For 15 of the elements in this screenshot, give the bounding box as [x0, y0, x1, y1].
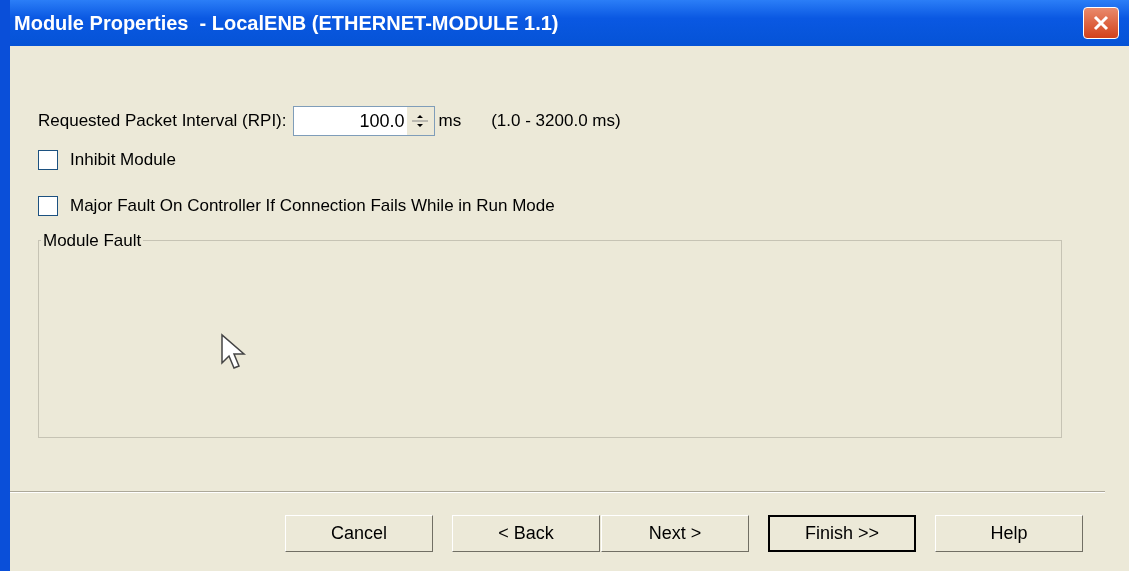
dialog-button[interactable]: < Back — [452, 515, 600, 552]
checkbox-label: Major Fault On Controller If Connection Fails While in Run Mode — [70, 196, 555, 216]
close-button[interactable] — [1083, 7, 1119, 39]
rpi-label: Requested Packet Interval (RPI): — [38, 111, 287, 131]
dialog-button[interactable]: Cancel — [285, 515, 433, 552]
close-icon — [1092, 14, 1110, 32]
dialog-button[interactable]: Help — [935, 515, 1083, 552]
dialog-button[interactable]: Next > — [601, 515, 749, 552]
checkbox[interactable] — [38, 196, 58, 216]
dialog-button[interactable]: Finish >> — [768, 515, 916, 552]
checkbox[interactable] — [38, 150, 58, 170]
window-title: Module Properties - LocalENB (ETHERNET-MODULE 1.1) — [14, 11, 559, 35]
checkbox-label: Inhibit Module — [70, 150, 176, 170]
unit-label: ms — [438, 111, 462, 131]
range-label: (1.0 - 3200.0 ms) — [491, 111, 621, 131]
